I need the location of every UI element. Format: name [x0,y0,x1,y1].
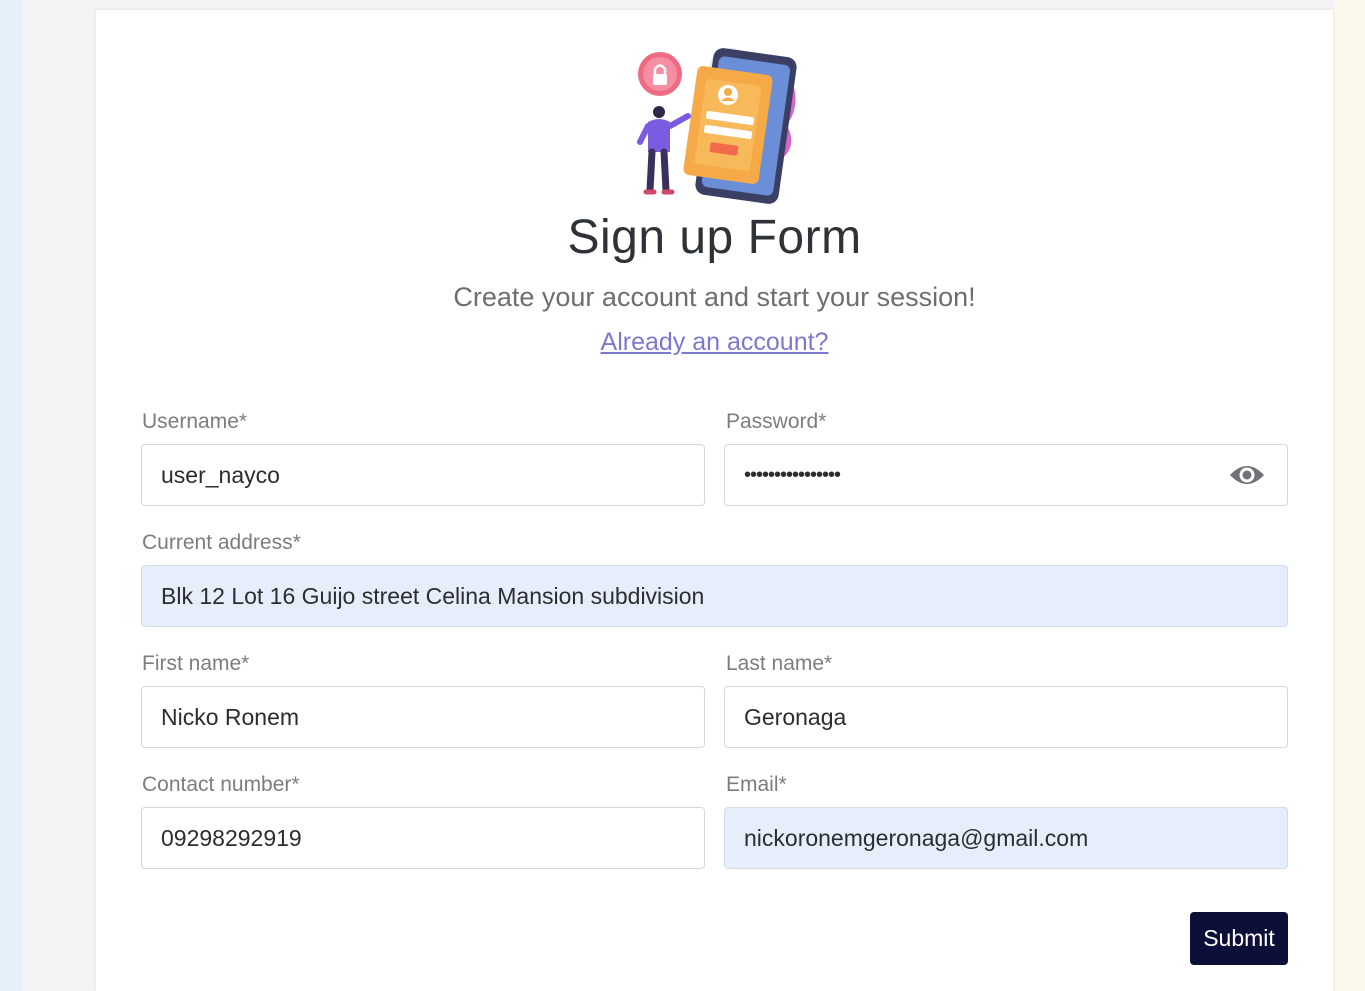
contact-value: 09298292919 [161,824,302,851]
email-value: nickoronemgeronaga@gmail.com [744,824,1089,851]
signup-illustration [626,30,806,205]
already-account-link[interactable]: Already an account? [601,328,829,356]
username-field[interactable]: user_nayco [141,444,705,506]
page-title: Sign up Form [567,211,862,264]
password-field[interactable]: •••••••••••••••• [724,444,1288,506]
last-name-label: Last name* [726,652,833,675]
last-name-field[interactable]: Geronaga [724,686,1288,748]
first-name-field[interactable]: Nicko Ronem [141,686,705,748]
signup-card: Sign up Form Create your account and sta… [96,10,1333,991]
last-name-value: Geronaga [744,703,847,730]
email-field[interactable]: nickoronemgeronaga@gmail.com [724,807,1288,869]
address-value: Blk 12 Lot 16 Guijo street Celina Mansio… [161,582,705,609]
first-name-label: First name* [142,652,250,675]
username-label: Username* [142,410,248,433]
username-value: user_nayco [161,461,280,488]
address-field[interactable]: Blk 12 Lot 16 Guijo street Celina Mansio… [141,565,1288,627]
login-link-container: Already an account? [96,328,1333,357]
page-subtitle: Create your account and start your sessi… [453,282,976,312]
password-label: Password* [726,410,827,433]
contact-label: Contact number* [142,773,300,796]
contact-field[interactable]: 09298292919 [141,807,705,869]
submit-button[interactable]: Submit [1190,912,1288,965]
eye-icon[interactable] [1227,461,1267,489]
password-value: •••••••••••••••• [744,463,841,486]
email-label: Email* [726,773,787,796]
first-name-value: Nicko Ronem [161,703,300,730]
address-label: Current address* [142,531,301,554]
